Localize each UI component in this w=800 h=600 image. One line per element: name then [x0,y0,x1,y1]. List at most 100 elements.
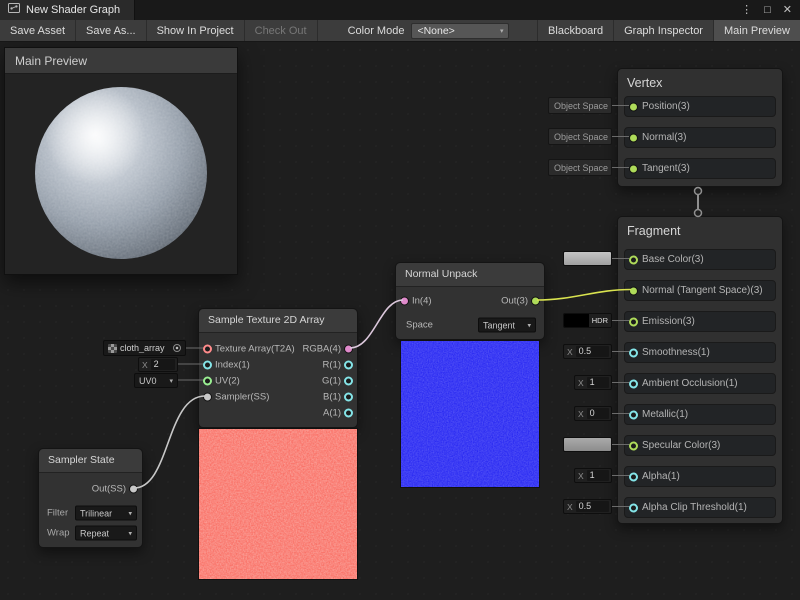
sampler-input-port[interactable] [203,393,212,402]
block-label: Alpha(1) [642,471,680,482]
filter-dropdown[interactable]: Trilinear ▾ [75,506,137,521]
metallic-input-port[interactable] [629,410,638,419]
smoothness-float-field[interactable]: X 0.5 [563,344,612,359]
dropdown-caret-icon: ▾ [128,529,132,537]
block-label: Ambient Occlusion(1) [642,378,738,389]
preview-sphere[interactable] [35,87,207,259]
port-row: In(4) Out(3) [396,293,544,309]
specular-color-input-port[interactable] [629,441,638,450]
space-binding-label: Object Space [554,101,608,111]
texture-array-object-field[interactable]: cloth_array [103,340,186,356]
port-row: Out(SS) [39,481,142,497]
input-label: In(4) [412,296,432,307]
vertex-block-position: Position(3) [624,96,776,117]
ambient-occlusion-input-port[interactable] [629,379,638,388]
a-output-port[interactable] [344,409,353,418]
metallic-float-field[interactable]: X 0 [574,406,612,421]
alpha-float-field[interactable]: X 1 [574,468,612,483]
window-maximize-icon[interactable]: □ [764,0,771,20]
g-output-port[interactable] [344,377,353,386]
fragment-node[interactable]: Fragment Base Color(3) Normal (Tangent S… [617,216,783,524]
fragment-block-alpha-clip: Alpha Clip Threshold(1) [624,497,776,518]
fragment-block-metallic: Metallic(1) [624,404,776,425]
specular-color-swatch[interactable] [563,437,612,452]
main-preview-header[interactable]: Main Preview [5,48,237,74]
port-row: Texture Array(T2A) RGBA(4) [199,341,357,357]
vertex-node-title: Vertex [618,69,782,97]
rgba-output-port[interactable] [344,345,353,354]
sphere-texture-overlay [35,87,207,259]
normal-input-port[interactable] [629,133,638,142]
toolbar-toggles: Blackboard Graph Inspector Main Preview [537,20,800,41]
block-label: Tangent(3) [642,163,690,174]
graph-inspector-toggle[interactable]: Graph Inspector [613,20,713,41]
shader-graph-tab[interactable]: New Shader Graph [0,0,135,20]
space-value: Tangent [483,320,515,330]
uv-channel-dropdown[interactable]: UV0 ▾ [134,373,178,388]
sampler-state-node[interactable]: Sampler State Out(SS) Filter Trilinear ▾… [38,448,143,548]
float-value: 1 [587,377,609,388]
base-color-input-port[interactable] [629,255,638,264]
smoothness-input-port[interactable] [629,348,638,357]
block-label: Smoothness(1) [642,347,710,358]
tangent-input-port[interactable] [629,164,638,173]
sampler-state-output-port[interactable] [129,485,138,494]
graph-toolbar: Save Asset Save As... Show In Project Ch… [0,20,800,42]
blackboard-toggle[interactable]: Blackboard [537,20,613,41]
save-as-button[interactable]: Save As... [76,20,147,41]
sample-texture-2d-array-node[interactable]: Sample Texture 2D Array Texture Array(T2… [198,308,358,428]
space-dropdown[interactable]: Tangent ▾ [478,318,536,333]
float-value: 1 [587,470,609,481]
vertex-block-tangent: Tangent(3) [624,158,776,179]
window-close-icon[interactable]: ✕ [783,0,792,20]
dropdown-caret-icon: ▾ [500,27,504,35]
uv-input-port[interactable] [203,377,212,386]
color-mode-dropdown[interactable]: <None> ▾ [411,23,509,39]
alpha-clip-threshold-input-port[interactable] [629,503,638,512]
float-value: 0.5 [576,346,609,357]
ambient-occlusion-float-field[interactable]: X 1 [574,375,612,390]
block-label: Position(3) [642,101,690,112]
tangent-space-binding: Object Space [548,159,612,176]
index-float-field[interactable]: X 2 [138,357,178,372]
wrap-row: Wrap Repeat ▾ [39,524,142,542]
window-menu-icon[interactable]: ⋮ [741,0,752,20]
axis-label: X [575,409,587,419]
position-input-port[interactable] [629,102,638,111]
normal-unpack-node[interactable]: Normal Unpack In(4) Out(3) Space Tangent… [395,262,545,340]
show-in-project-button[interactable]: Show In Project [147,20,245,41]
input-label: Index(1) [215,360,250,371]
normal-unpack-title: Normal Unpack [396,263,544,287]
main-preview-toggle[interactable]: Main Preview [713,20,800,41]
main-preview-panel[interactable]: Main Preview [4,47,238,275]
block-label: Metallic(1) [642,409,688,420]
titlebar: New Shader Graph ⋮ □ ✕ [0,0,800,20]
emission-input-port[interactable] [629,317,638,326]
index-input-port[interactable] [203,361,212,370]
b-output-port[interactable] [344,393,353,402]
out-output-port[interactable] [531,297,540,306]
wrap-dropdown[interactable]: Repeat ▾ [75,526,137,541]
sample-node-title: Sample Texture 2D Array [199,309,357,333]
save-asset-button[interactable]: Save Asset [0,20,76,41]
vertex-node[interactable]: Vertex Position(3) Normal(3) Tangent(3) [617,68,783,187]
space-binding-label: Object Space [554,163,608,173]
object-picker-icon[interactable] [173,344,181,352]
texture-array-input-port[interactable] [203,345,212,354]
alpha-clip-threshold-float-field[interactable]: X 0.5 [563,499,612,514]
alpha-input-port[interactable] [629,472,638,481]
space-binding-label: Object Space [554,132,608,142]
emission-color-field[interactable]: HDR [563,313,612,328]
normal-map-image [401,341,540,488]
main-preview-body[interactable] [5,74,237,274]
filter-label: Filter [47,508,68,519]
r-output-port[interactable] [344,361,353,370]
axis-label: X [564,347,576,357]
base-color-swatch[interactable] [563,251,612,266]
in-input-port[interactable] [400,297,409,306]
fragment-block-ambient-occlusion: Ambient Occlusion(1) [624,373,776,394]
sampler-state-title: Sampler State [39,449,142,473]
output-label: B(1) [323,392,341,403]
normal-tangent-space-input-port[interactable] [629,286,638,295]
wrap-value: Repeat [80,528,109,538]
